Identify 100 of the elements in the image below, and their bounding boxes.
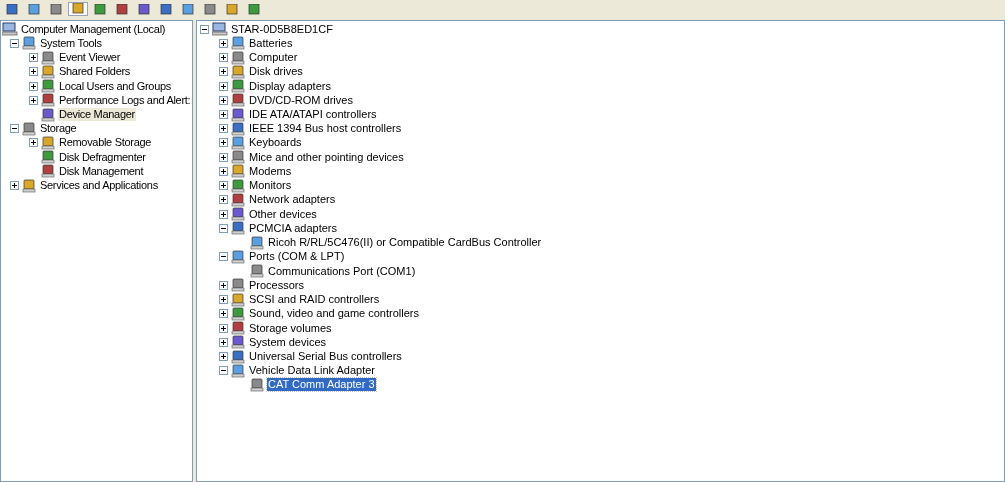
tree-item[interactable]: Processors xyxy=(248,278,306,292)
expand-button[interactable] xyxy=(29,81,38,91)
tree-item[interactable]: Mice and other pointing devices xyxy=(248,150,405,164)
tree-item[interactable]: Monitors xyxy=(248,179,293,193)
expand-button[interactable] xyxy=(219,323,228,333)
device-icon xyxy=(41,79,56,94)
collapse-button[interactable] xyxy=(219,223,228,233)
minus-icon xyxy=(202,26,207,32)
expand-button[interactable] xyxy=(219,295,228,305)
collapse-button[interactable] xyxy=(10,38,19,48)
tree-item[interactable]: System devices xyxy=(248,335,328,349)
expand-button[interactable] xyxy=(219,95,228,105)
minus-icon xyxy=(12,126,17,132)
tree-item[interactable]: Services and Applications xyxy=(39,179,159,193)
minus-icon xyxy=(12,40,17,46)
device-icon xyxy=(231,121,246,136)
device-icon xyxy=(231,292,246,307)
device-icon xyxy=(250,377,265,392)
device-icon xyxy=(231,249,246,264)
tree-item[interactable]: System Tools xyxy=(39,36,103,50)
expand-button[interactable] xyxy=(10,181,19,191)
expand-button[interactable] xyxy=(219,309,228,319)
collapse-button[interactable] xyxy=(200,24,209,34)
expand-button[interactable] xyxy=(219,280,228,290)
plus-icon xyxy=(221,55,226,61)
device-icon xyxy=(231,321,246,336)
minus-icon xyxy=(221,225,226,231)
expand-button[interactable] xyxy=(219,209,228,219)
tree-item[interactable]: STAR-0D5B8ED1CF xyxy=(230,22,334,36)
tree-item[interactable]: Disk Management xyxy=(58,164,145,178)
expand-button[interactable] xyxy=(219,166,228,176)
tree-item[interactable]: Keyboards xyxy=(248,136,303,150)
device-icon xyxy=(231,278,246,293)
tree-item[interactable]: Disk drives xyxy=(248,65,304,79)
plus-icon xyxy=(221,197,226,203)
device-icon xyxy=(231,79,246,94)
tree-item[interactable]: Network adapters xyxy=(248,193,337,207)
tree-item[interactable]: Storage xyxy=(39,122,78,136)
tree-item[interactable]: SCSI and RAID controllers xyxy=(248,293,381,307)
expand-button[interactable] xyxy=(29,138,38,148)
tree-item[interactable]: Batteries xyxy=(248,36,294,50)
tree-item[interactable]: Sound, video and game controllers xyxy=(248,307,420,321)
tree-item[interactable]: Computer xyxy=(248,51,299,65)
expand-button[interactable] xyxy=(29,53,38,63)
tree-item[interactable]: Communications Port (COM1) xyxy=(267,264,417,278)
tree-item[interactable]: Other devices xyxy=(248,207,318,221)
tree-item[interactable]: IEEE 1394 Bus host controllers xyxy=(248,122,403,136)
expand-button[interactable] xyxy=(219,352,228,361)
tree-item[interactable]: Modems xyxy=(248,164,293,178)
tree-item[interactable]: Disk Defragmenter xyxy=(58,150,147,164)
tree-item[interactable]: Ricoh R/RL/5C476(II) or Compatible CardBus Controller xyxy=(267,236,543,250)
tree-item[interactable]: Vehicle Data Link Adapter xyxy=(248,364,376,378)
tree-item[interactable]: Ports (COM & LPT) xyxy=(248,250,346,264)
tree-item[interactable]: DVD/CD-ROM drives xyxy=(248,93,354,107)
tree-item[interactable]: Shared Folders xyxy=(58,65,131,79)
collapse-button[interactable] xyxy=(10,124,19,134)
tree-item[interactable]: Computer Management (Local) xyxy=(20,22,167,36)
expand-button[interactable] xyxy=(219,152,228,162)
tree-item[interactable]: Event Viewer xyxy=(58,51,121,65)
plus-icon xyxy=(221,154,226,160)
expand-button[interactable] xyxy=(219,181,228,191)
tree-item[interactable]: IDE ATA/ATAPI controllers xyxy=(248,108,378,121)
expand-button[interactable] xyxy=(219,53,228,63)
expand-button[interactable] xyxy=(219,124,228,134)
plus-icon xyxy=(31,140,36,146)
collapse-button[interactable] xyxy=(219,252,228,262)
tree-item[interactable]: Local Users and Groups xyxy=(58,79,172,93)
expand-button[interactable] xyxy=(219,67,228,77)
expand-button[interactable] xyxy=(219,138,228,148)
computer-icon xyxy=(2,22,18,37)
tree-item[interactable]: Universal Serial Bus controllers xyxy=(248,350,403,363)
device-icon xyxy=(231,64,246,79)
device-icon xyxy=(231,349,246,364)
tree-item[interactable]: CAT Comm Adapter 3 xyxy=(267,378,376,392)
tool-icon xyxy=(5,4,19,16)
plus-icon xyxy=(221,40,226,46)
expand-button[interactable] xyxy=(219,195,228,205)
tree-item[interactable]: Device Manager xyxy=(58,108,136,121)
tree-item[interactable]: PCMCIA adapters xyxy=(248,221,339,235)
collapse-button[interactable] xyxy=(219,366,228,376)
expand-button[interactable] xyxy=(219,38,228,48)
device-icon xyxy=(231,207,246,222)
plus-icon xyxy=(31,83,36,89)
device-icon xyxy=(231,93,246,108)
expand-button[interactable] xyxy=(29,67,38,77)
tool-icon xyxy=(159,4,173,16)
expand-button[interactable] xyxy=(29,95,38,105)
tree-item[interactable]: Performance Logs and Alert: xyxy=(58,93,192,107)
expand-button[interactable] xyxy=(219,81,228,91)
device-icon xyxy=(231,36,246,51)
expand-button[interactable] xyxy=(219,337,228,347)
device-icon xyxy=(231,50,246,65)
tree-item[interactable]: Removable Storage xyxy=(58,136,153,150)
device-icon xyxy=(41,50,56,65)
expand-button[interactable] xyxy=(219,110,228,119)
tool-icon xyxy=(137,4,151,16)
tree-item[interactable]: Storage volumes xyxy=(248,321,333,335)
toolbar-button[interactable] xyxy=(68,2,88,16)
tool-icon xyxy=(93,4,107,16)
tree-item[interactable]: Display adapters xyxy=(248,79,332,93)
